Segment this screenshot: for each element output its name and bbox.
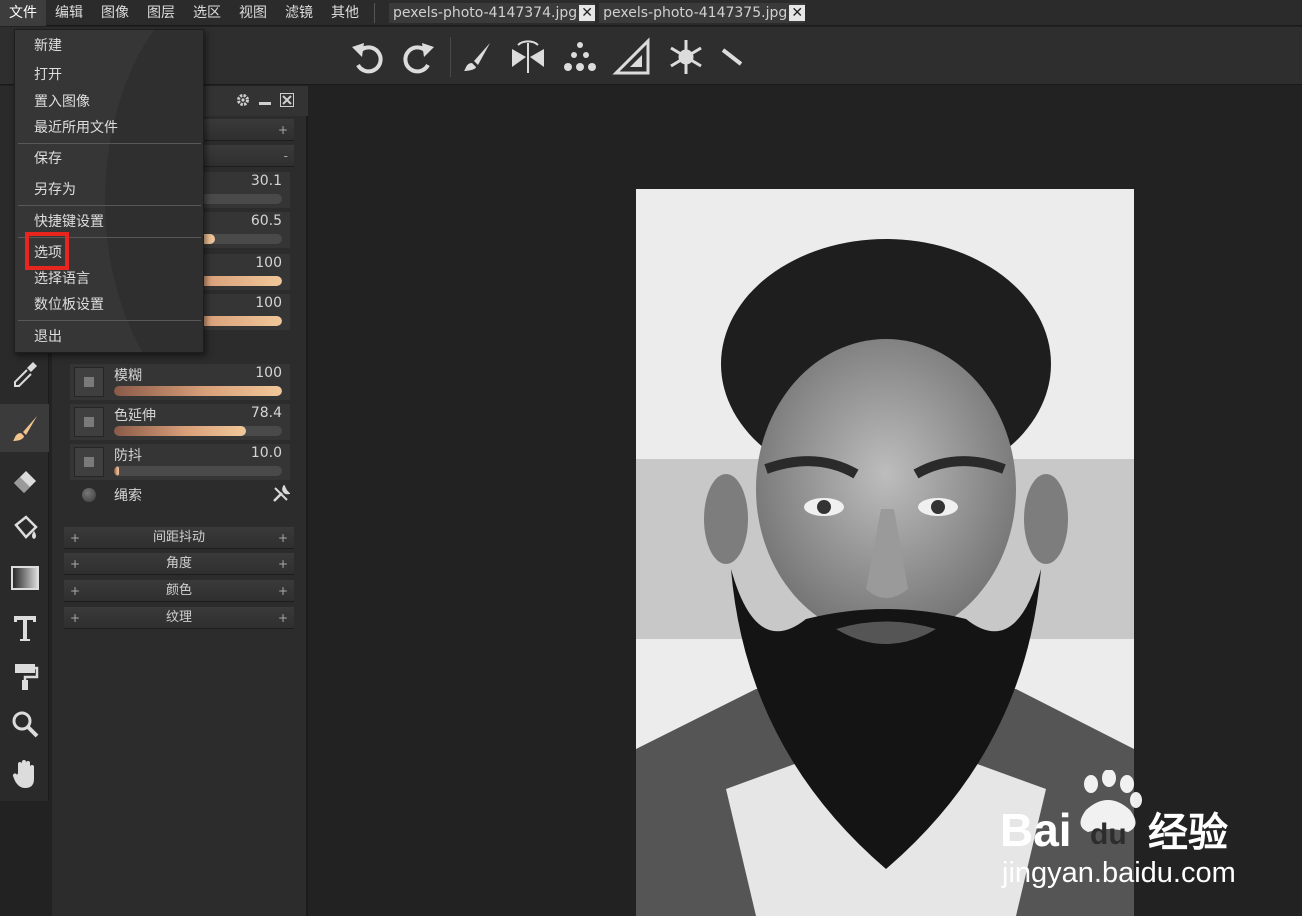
brush-icon[interactable] [456,35,500,79]
brush-param-row[interactable]: 模糊 100 [70,364,290,400]
param-slider-fill [114,386,282,396]
close-icon[interactable]: ✕ [789,4,806,21]
menubar-separator [374,2,375,23]
zoom-icon[interactable] [0,700,49,748]
paint-bucket-icon[interactable] [0,504,49,552]
param-slider-fill [114,426,246,436]
param-toggle[interactable] [74,407,104,437]
brush-param-row[interactable]: 色延伸 78.4 [70,404,290,440]
menu-file[interactable]: 文件 [0,0,46,26]
file-menu-open[interactable]: 打开 [34,63,62,87]
param-slider[interactable] [114,386,282,396]
section-label: 颜色 [165,583,192,598]
text-icon[interactable] [0,604,49,652]
eyedropper-icon[interactable] [0,350,49,398]
file-menu-place-image[interactable]: 置入图像 [34,90,90,114]
menu-edit[interactable]: 编辑 [46,0,92,26]
section-label: 纹理 [165,610,192,625]
file-menu-recent-files[interactable]: 最近所用文件 [34,116,118,140]
watermark-brand-2: du [1090,818,1127,851]
lasso-radio[interactable] [82,488,96,502]
watermark-brand: Bai [1000,804,1072,856]
undo-icon[interactable] [346,35,390,79]
menu-layer[interactable]: 图层 [138,0,184,26]
ruler-triangle-icon[interactable] [610,35,654,79]
file-menu-exit[interactable]: 退出 [34,325,62,349]
menu-separator [18,143,201,144]
snowflake-icon[interactable] [664,35,708,79]
param-value: 78.4 [250,405,282,421]
file-menu-save-as[interactable]: 另存为 [34,178,76,202]
menu-image[interactable]: 图像 [92,0,138,26]
document-tab[interactable]: pexels-photo-4147374.jpg ✕ [389,2,596,23]
param-slider[interactable] [114,426,282,436]
param-label: 模糊 [114,368,142,384]
section-spacing-jitter[interactable]: + 间距抖动 + [64,527,294,549]
menu-other[interactable]: 其他 [322,0,368,26]
collapsed-section[interactable]: + [202,119,294,141]
menu-select[interactable]: 选区 [184,0,230,26]
gradient-icon[interactable] [0,554,49,602]
section-texture[interactable]: + 纹理 + [64,607,294,629]
watermark-suffix: 经验 [1148,810,1228,856]
expanded-section[interactable]: - [202,145,294,167]
document-tab-label: pexels-photo-4147374.jpg [393,4,578,21]
menu-view[interactable]: 视图 [230,0,276,26]
symmetry-icon[interactable] [506,35,550,79]
hand-icon[interactable] [0,750,49,798]
document-tab[interactable]: pexels-photo-4147375.jpg ✕ [599,2,806,23]
param-value: 100 [255,295,282,311]
file-menu-save[interactable]: 保存 [34,147,62,171]
section-label: 角度 [165,556,192,571]
document-tab-label: pexels-photo-4147375.jpg [603,4,788,21]
file-menu-shortcuts[interactable]: 快捷键设置 [34,210,104,234]
file-menu-tablet-settings[interactable]: 数位板设置 [34,293,104,317]
param-toggle[interactable] [74,447,104,477]
toolbar-separator [450,37,451,77]
param-slider-fill [114,466,120,476]
param-slider[interactable] [114,466,282,476]
small-ruler-icon[interactable] [710,35,754,79]
minimize-icon[interactable] [258,93,272,107]
lasso-label: 绳索 [114,488,142,504]
baidu-watermark: Bai du 经验 jingyan.baidu.com [996,769,1296,890]
param-label: 色延伸 [114,408,156,424]
highlight-annotation [25,232,69,270]
paint-roller-icon[interactable] [0,652,49,700]
section-label: 间距抖动 [152,530,205,545]
param-value: 100 [255,365,282,381]
param-value: 60.5 [250,213,282,229]
brush-param-row[interactable]: 防抖 10.0 [70,444,290,480]
brush-icon[interactable] [0,404,49,452]
watermark-url: jingyan.baidu.com [1001,857,1236,889]
file-menu-dropdown: 新建 打开 置入图像 最近所用文件 保存 另存为 快捷键设置 选项 选择语言 数… [14,29,204,353]
wrench-icon[interactable] [272,485,290,503]
close-icon[interactable] [280,93,294,107]
file-menu-new[interactable]: 新建 [34,34,62,58]
param-label: 防抖 [114,448,142,464]
param-toggle[interactable] [74,367,104,397]
param-value: 10.0 [250,445,282,461]
menu-filter[interactable]: 滤镜 [276,0,322,26]
file-menu-language[interactable]: 选择语言 [34,267,90,291]
param-value: 30.1 [250,173,282,189]
section-color[interactable]: + 颜色 + [64,580,294,602]
lasso-row[interactable]: 绳索 [80,484,294,506]
menu-bar: 文件 编辑 图像 图层 选区 视图 滤镜 其他 pexels-photo-414… [0,0,1302,26]
scatter-icon[interactable] [558,35,602,79]
menu-separator [18,320,201,321]
close-icon[interactable]: ✕ [579,4,596,21]
eraser-icon[interactable] [0,454,49,502]
section-angle[interactable]: + 角度 + [64,553,294,575]
param-value: 100 [255,255,282,271]
gear-icon[interactable] [236,93,250,107]
menu-separator [18,205,201,206]
redo-icon[interactable] [396,35,440,79]
